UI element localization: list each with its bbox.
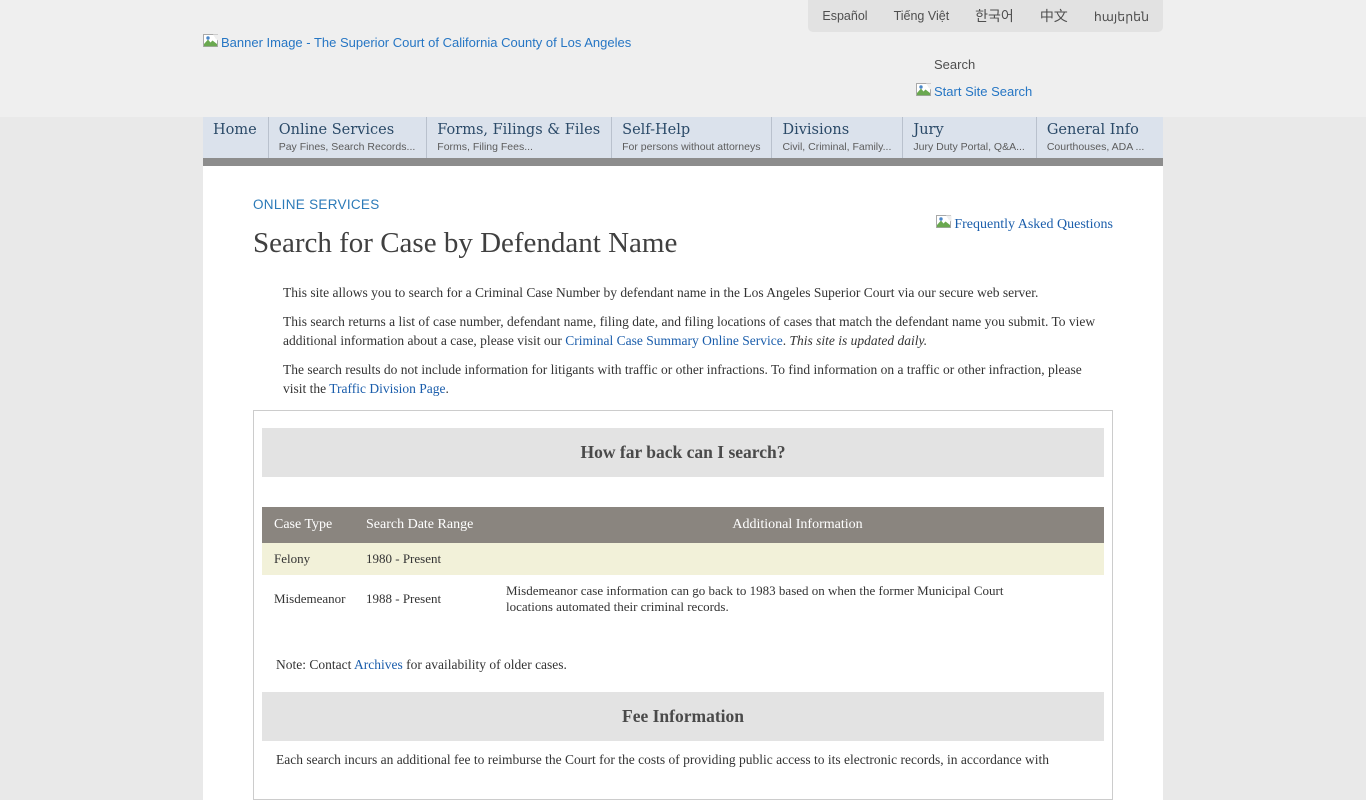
intro-paragraph-2: This search returns a list of case numbe…: [283, 312, 1105, 351]
col-header-case-type: Case Type: [262, 507, 354, 543]
nav-label: Divisions: [782, 122, 891, 139]
nav-label: General Info: [1047, 122, 1152, 139]
nav-label: Home: [213, 122, 257, 139]
nav-item-general-info[interactable]: General Info Courthouses, ADA ...: [1037, 117, 1163, 158]
faq-link-label: Frequently Asked Questions: [954, 217, 1113, 233]
table-row-felony: Felony 1980 - Present: [262, 543, 1104, 575]
criminal-case-summary-link[interactable]: Criminal Case Summary Online Service: [565, 333, 782, 348]
cell-date-range: 1980 - Present: [354, 543, 491, 575]
nav-item-forms-filings-files[interactable]: Forms, Filings & Files Forms, Filing Fee…: [427, 117, 612, 158]
nav-subtitle: Forms, Filing Fees...: [437, 141, 600, 153]
faq-link[interactable]: Frequently Asked Questions: [936, 215, 1113, 234]
col-header-date-range: Search Date Range: [354, 507, 491, 543]
start-site-search-link[interactable]: Start Site Search: [916, 83, 1032, 100]
traffic-division-link[interactable]: Traffic Division Page: [329, 381, 445, 396]
cell-additional-info: [491, 543, 1104, 575]
archives-link[interactable]: Archives: [354, 657, 403, 672]
main-content: ONLINE SERVICES Frequently Asked Questio…: [203, 166, 1163, 800]
court-banner-link[interactable]: Banner Image - The Superior Court of Cal…: [203, 34, 631, 51]
nav-item-online-services[interactable]: Online Services Pay Fines, Search Record…: [269, 117, 428, 158]
cell-date-range: 1988 - Present: [354, 575, 491, 624]
fee-paragraph: Each search incurs an additional fee to …: [276, 750, 1086, 769]
search-label: Search: [934, 57, 975, 72]
paragraph-text: This site allows you to search for a Cri…: [283, 285, 1038, 300]
banner-alt-text: Banner Image - The Superior Court of Cal…: [221, 35, 631, 50]
lang-vietnamese[interactable]: Tiếng Việt: [894, 9, 950, 23]
table-row-misdemeanor: Misdemeanor 1988 - Present Misdemeanor c…: [262, 575, 1104, 624]
start-site-search-label: Start Site Search: [934, 84, 1032, 99]
table-header-row: Case Type Search Date Range Additional I…: [262, 507, 1104, 543]
intro-paragraph-1: This site allows you to search for a Cri…: [283, 283, 1105, 303]
lang-armenian[interactable]: հայերեն: [1094, 9, 1149, 24]
intro-text: This site allows you to search for a Cri…: [283, 283, 1105, 399]
lang-korean[interactable]: 한국어: [975, 6, 1014, 26]
col-header-additional-info: Additional Information: [491, 507, 1104, 543]
paragraph-text: .: [446, 381, 449, 396]
note-text: Note: Contact: [276, 657, 354, 672]
lang-spanish[interactable]: Español: [822, 9, 867, 23]
nav-item-home[interactable]: Home: [203, 117, 269, 158]
info-panel: How far back can I search? Case Type Sea…: [253, 410, 1113, 800]
main-navigation: Home Online Services Pay Fines, Search R…: [203, 117, 1163, 158]
nav-item-jury[interactable]: Jury Jury Duty Portal, Q&A...: [903, 117, 1036, 158]
note-text: for availability of older cases.: [403, 657, 567, 672]
broken-image-icon: [203, 34, 219, 51]
breadcrumb-online-services: ONLINE SERVICES: [253, 166, 1113, 212]
broken-image-icon: [936, 215, 952, 234]
header-band: Español Tiếng Việt 한국어 中文 հայերեն Banner…: [0, 0, 1366, 117]
search-back-heading: How far back can I search?: [262, 428, 1104, 477]
lang-chinese[interactable]: 中文: [1040, 6, 1068, 26]
nav-label: Jury: [913, 122, 1024, 139]
nav-subtitle: For persons without attorneys: [622, 141, 760, 153]
cell-case-type: Misdemeanor: [262, 575, 354, 624]
broken-image-icon: [916, 83, 932, 100]
search-range-table: Case Type Search Date Range Additional I…: [262, 507, 1104, 624]
nav-label: Forms, Filings & Files: [437, 122, 600, 139]
nav-subtitle: Civil, Criminal, Family...: [782, 141, 891, 153]
cell-case-type: Felony: [262, 543, 354, 575]
fee-information-heading: Fee Information: [262, 692, 1104, 741]
archives-note: Note: Contact Archives for availability …: [276, 657, 1104, 673]
nav-item-divisions[interactable]: Divisions Civil, Criminal, Family...: [772, 117, 903, 158]
nav-label: Online Services: [279, 122, 416, 139]
nav-item-self-help[interactable]: Self-Help For persons without attorneys: [612, 117, 772, 158]
nav-subtitle: Courthouses, ADA ...: [1047, 141, 1152, 153]
paragraph-text: .: [783, 333, 790, 348]
page-column: Home Online Services Pay Fines, Search R…: [203, 117, 1163, 800]
nav-subtitle: Jury Duty Portal, Q&A...: [913, 141, 1024, 153]
nav-bottom-strip: [203, 158, 1163, 166]
nav-subtitle: Pay Fines, Search Records...: [279, 141, 416, 153]
language-bar: Español Tiếng Việt 한국어 中文 հայերեն: [808, 0, 1163, 32]
updated-daily-note: This site is updated daily.: [790, 333, 928, 348]
nav-label: Self-Help: [622, 122, 760, 139]
cell-additional-info: Misdemeanor case information can go back…: [491, 575, 1104, 624]
intro-paragraph-3: The search results do not include inform…: [283, 360, 1105, 399]
